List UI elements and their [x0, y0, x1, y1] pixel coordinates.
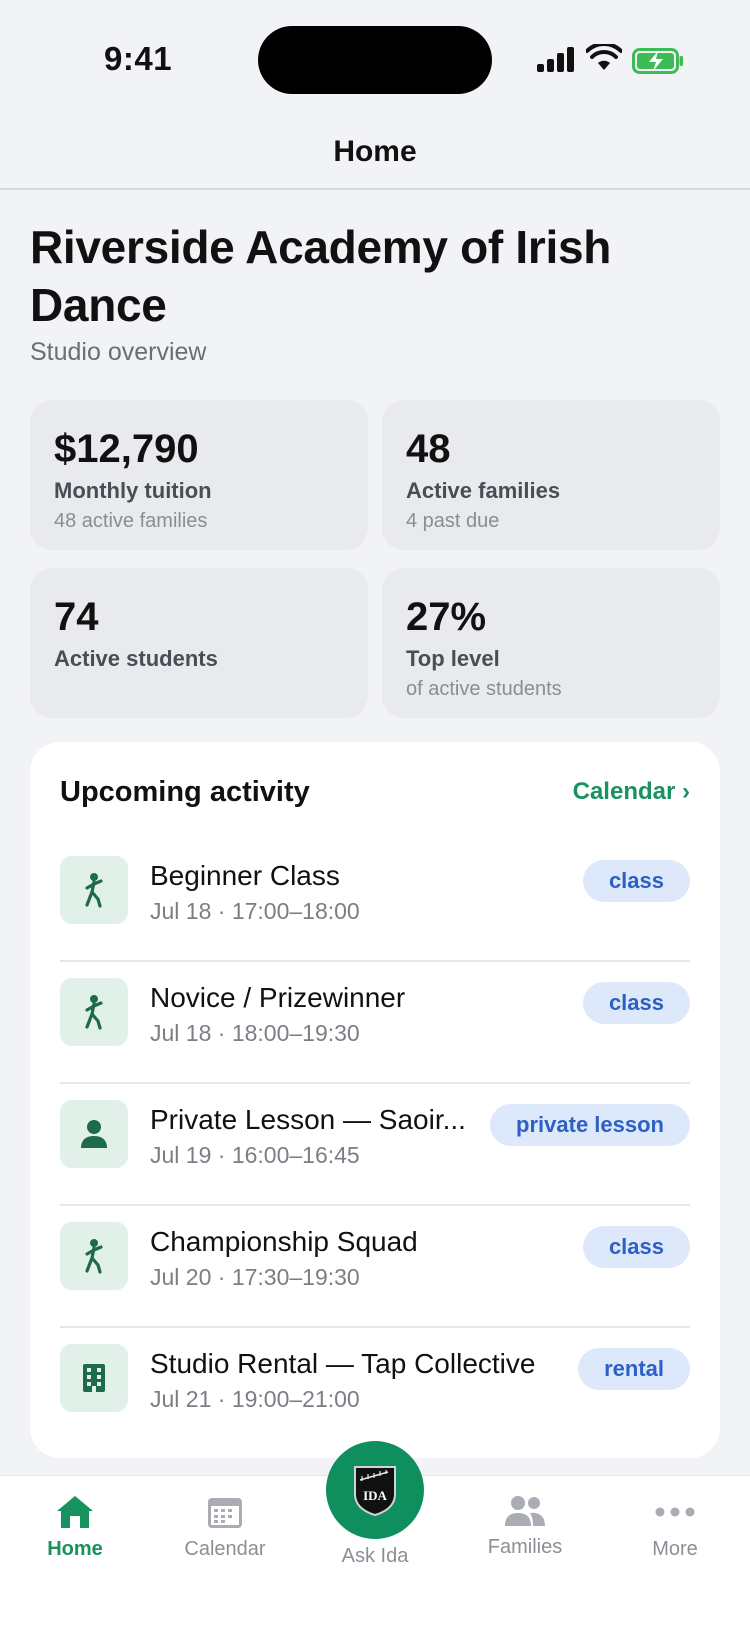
stat-card-tuition[interactable]: $12,790 Monthly tuition 48 active famili… [30, 400, 368, 550]
stat-sub: 48 active families [54, 510, 208, 532]
cellular-signal-icon [537, 46, 575, 72]
page-title: Home [333, 135, 417, 168]
activity-tag: private lesson [490, 1104, 690, 1146]
stat-value: 74 [54, 595, 99, 639]
person-icon [60, 1100, 128, 1168]
studio-subtitle: Studio overview [30, 338, 207, 366]
dancer-icon [60, 1222, 128, 1290]
calendar-icon [208, 1498, 242, 1528]
ask-ida-button[interactable]: IDA [326, 1441, 424, 1539]
activity-row[interactable]: Beginner Class Jul 18 · 17:00–18:00 clas… [60, 840, 690, 962]
status-bar: 9:41 [0, 0, 750, 120]
building-icon [60, 1344, 128, 1412]
more-icon [655, 1507, 695, 1517]
tab-label: Families [487, 1536, 563, 1558]
activity-row[interactable]: Private Lesson — Saoir... Jul 19 · 16:00… [60, 1084, 690, 1206]
navigation-bar: Home [0, 120, 750, 190]
stat-sub: of active students [406, 678, 562, 700]
activity-title: Novice / Prizewinner [150, 982, 406, 1013]
stat-label: Top level [406, 646, 500, 671]
dancer-icon [60, 978, 128, 1046]
stat-value: 48 [406, 427, 451, 471]
studio-name: Riverside Academy of Irish Dance [30, 221, 612, 331]
people-icon [505, 1496, 545, 1526]
upcoming-activity-title: Upcoming activity [60, 776, 310, 808]
tab-label: More [652, 1538, 698, 1560]
battery-charging-icon [632, 48, 683, 74]
home-icon [57, 1496, 93, 1528]
dynamic-island [258, 26, 492, 94]
stat-card-top-level[interactable]: 27% Top level of active students [382, 568, 720, 718]
activity-tag: class [582, 982, 690, 1024]
activity-row[interactable]: Studio Rental — Tap Collective Jul 21 · … [60, 1328, 690, 1450]
status-time: 9:41 [104, 40, 173, 77]
activity-tag: rental [578, 1348, 690, 1390]
tab-calendar[interactable]: Calendar [160, 1494, 290, 1561]
activity-title: Beginner Class [150, 860, 340, 891]
activity-tag: class [582, 1226, 690, 1268]
activity-row[interactable]: Championship Squad Jul 20 · 17:30–19:30 … [60, 1206, 690, 1328]
stat-card-families[interactable]: 48 Active families 4 past due [382, 400, 720, 550]
tab-label: Home [47, 1538, 103, 1560]
stat-card-students[interactable]: 74 Active students [30, 568, 368, 718]
stat-label: Active families [406, 478, 561, 503]
stat-value: 27% [406, 595, 487, 639]
activity-time: Jul 20 · 17:30–19:30 [150, 1264, 360, 1290]
tab-label: Calendar [184, 1538, 266, 1560]
activity-title: Private Lesson — Saoir... [150, 1104, 466, 1135]
activity-tag: class [582, 860, 690, 902]
stat-label: Active students [54, 646, 218, 671]
activity-time: Jul 21 · 19:00–21:00 [150, 1386, 360, 1412]
upcoming-activity-panel: Upcoming activity Calendar › Beginner Cl… [30, 742, 720, 1458]
activity-time: Jul 19 · 16:00–16:45 [150, 1142, 360, 1168]
stat-value: $12,790 [54, 427, 199, 471]
tab-families[interactable]: Families [460, 1494, 590, 1559]
activity-time: Jul 18 · 17:00–18:00 [150, 898, 360, 924]
stat-sub: 4 past due [406, 510, 500, 532]
tab-home[interactable]: Home [10, 1494, 140, 1561]
wifi-icon [586, 44, 622, 70]
dancer-icon [60, 856, 128, 924]
activity-time: Jul 18 · 18:00–19:30 [150, 1020, 360, 1046]
ida-logo-icon: IDA [354, 1466, 396, 1516]
activity-row[interactable]: Novice / Prizewinner Jul 18 · 18:00–19:3… [60, 962, 690, 1084]
tab-more[interactable]: More [610, 1494, 740, 1561]
activity-title: Studio Rental — Tap Collective [150, 1348, 536, 1379]
activity-title: Championship Squad [150, 1226, 418, 1257]
ask-ida-label: Ask Ida [341, 1545, 409, 1567]
stat-label: Monthly tuition [54, 478, 212, 503]
calendar-link[interactable]: Calendar › [573, 778, 690, 806]
svg-text:IDA: IDA [363, 1488, 387, 1503]
